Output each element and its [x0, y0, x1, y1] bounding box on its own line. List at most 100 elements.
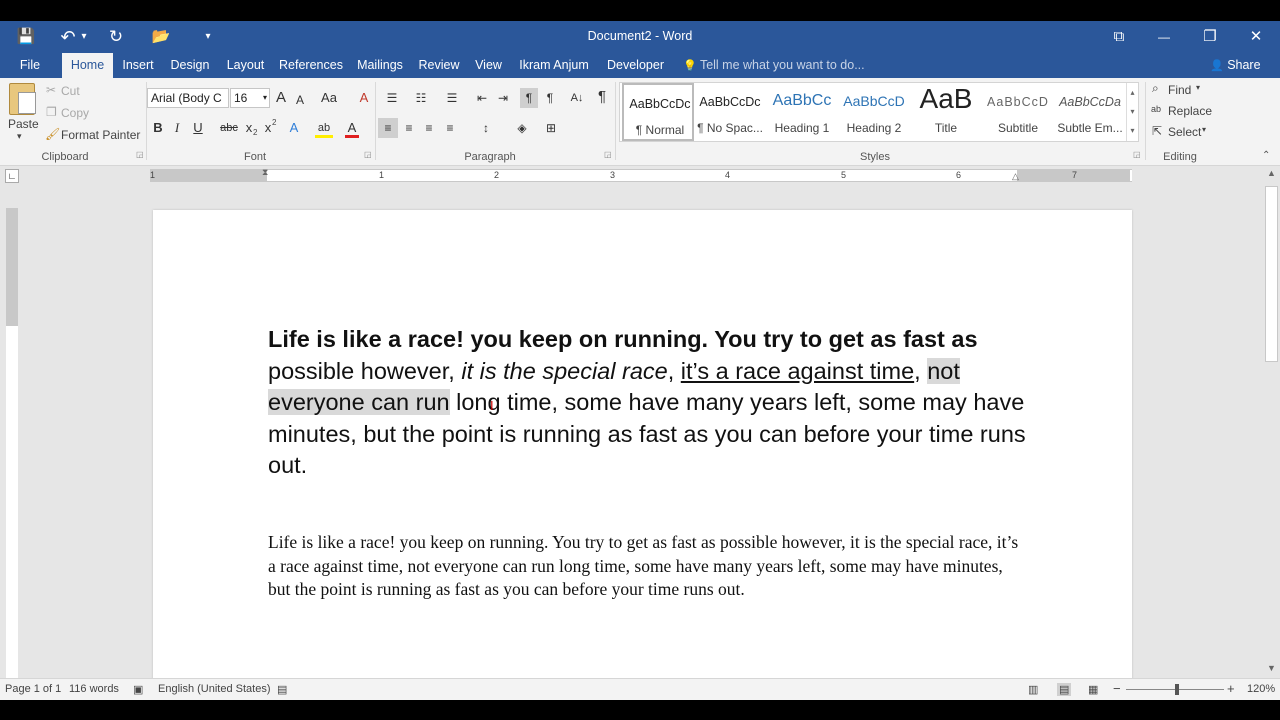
strikethrough-button[interactable]: abc — [219, 118, 239, 138]
underline-button[interactable]: U — [191, 118, 205, 138]
proofing-icon[interactable]: ▣ — [133, 683, 143, 696]
paste-button[interactable]: Paste — [8, 117, 39, 131]
style-no-spacing[interactable]: AaBbCcDc ¶ No Spac... — [694, 83, 766, 141]
formatted-paragraph[interactable]: Life is like a race! you keep on running… — [268, 324, 1028, 482]
tab-file[interactable]: File — [11, 53, 49, 78]
read-mode-icon[interactable]: ▥ — [1028, 683, 1038, 696]
word-count[interactable]: 116 words — [69, 683, 119, 695]
styles-launcher-icon[interactable]: ◲ — [1133, 150, 1141, 159]
right-to-left-icon[interactable]: ¶ — [542, 88, 558, 108]
print-layout-icon[interactable]: ▤ — [1057, 683, 1072, 696]
plain-text: , — [667, 357, 681, 384]
bullets-icon[interactable]: ☰ — [381, 88, 403, 108]
tab-insert[interactable]: Insert — [118, 53, 158, 78]
font-color-button[interactable]: A — [345, 118, 359, 138]
tab-view[interactable]: View — [471, 53, 506, 78]
align-center-icon[interactable]: ≡ — [400, 118, 418, 138]
shading-icon[interactable]: ◈ — [511, 118, 533, 138]
styles-scroll[interactable]: ▴ ▾ ▾ — [1126, 83, 1138, 141]
tab-ikram-anjum[interactable]: Ikram Anjum — [515, 53, 593, 78]
find-button[interactable]: Find — [1168, 83, 1191, 97]
superscript-mark: 2 — [272, 118, 277, 127]
sort-button[interactable]: A↓ — [567, 88, 587, 108]
cut-button[interactable]: Cut — [61, 84, 80, 98]
ribbon-display-icon[interactable]: ⧉ — [1104, 25, 1134, 49]
editing-group-label: Editing — [1163, 151, 1197, 163]
find-dropdown-icon[interactable]: ▾ — [1196, 83, 1200, 92]
vertical-scrollbar[interactable]: ▲ ▼ — [1263, 168, 1280, 678]
restore-icon[interactable]: ❐ — [1195, 25, 1225, 49]
change-case-button[interactable]: Aa — [318, 88, 340, 108]
tab-review[interactable]: Review — [416, 53, 462, 78]
zoom-in-button[interactable]: + — [1227, 681, 1235, 696]
left-indent-marker-icon[interactable]: ⧗ — [262, 167, 268, 178]
italic-button[interactable]: I — [171, 118, 183, 138]
style-normal[interactable]: AaBbCcDc ¶ Normal — [622, 83, 694, 141]
tab-mailings[interactable]: Mailings — [353, 53, 407, 78]
document-page[interactable]: Life is like a race! you keep on running… — [153, 210, 1132, 680]
style-subtle-emphasis[interactable]: AaBbCcDa Subtle Em... — [1054, 83, 1126, 141]
tab-design[interactable]: Design — [167, 53, 213, 78]
style-heading-1[interactable]: AaBbCc Heading 1 — [766, 83, 838, 141]
web-layout-icon[interactable]: ▦ — [1088, 683, 1098, 696]
justify-icon[interactable]: ≡ — [441, 118, 459, 138]
tab-layout[interactable]: Layout — [223, 53, 268, 78]
word-window: 💾 ↶ ▾ ↻ 📂 ▾ Document2 - Word ⧉ — ❐ ✕ Fil… — [0, 0, 1280, 720]
page-count[interactable]: Page 1 of 1 — [5, 683, 61, 695]
style-heading-2[interactable]: AaBbCcD Heading 2 — [838, 83, 910, 141]
scroll-up-icon[interactable]: ▲ — [1267, 168, 1276, 178]
paragraph-launcher-icon[interactable]: ◲ — [604, 150, 612, 159]
tell-me-placeholder: Tell me what you want to do... — [699, 58, 865, 72]
tab-developer[interactable]: Developer — [603, 53, 668, 78]
clipboard-launcher-icon[interactable]: ◲ — [136, 150, 144, 159]
bold-button[interactable]: B — [151, 118, 165, 138]
share-button[interactable]: 👤 Share — [1210, 53, 1261, 78]
tell-me-search[interactable]: 💡 Tell me what you want to do... — [683, 53, 865, 78]
language[interactable]: English (United States) — [158, 683, 271, 695]
align-right-icon[interactable]: ≡ — [420, 118, 438, 138]
font-launcher-icon[interactable]: ◲ — [364, 150, 372, 159]
ruler-number: 7 — [1072, 170, 1078, 180]
grow-font-button[interactable]: A — [273, 88, 289, 108]
shrink-font-button[interactable]: A — [293, 90, 307, 110]
ruler-bar: ∟ 1 1 2 3 4 5 6 7 ⧗ △ — [0, 166, 1280, 186]
close-icon[interactable]: ✕ — [1241, 25, 1271, 49]
font-name-combo[interactable]: Arial (Body C — [147, 88, 229, 108]
style-title[interactable]: AaB Title — [910, 83, 982, 141]
right-indent-marker-icon[interactable]: △ — [1012, 171, 1019, 182]
format-painter-button[interactable]: Format Painter — [61, 128, 140, 142]
copy-button[interactable]: Copy — [61, 106, 89, 120]
decrease-indent-icon[interactable]: ⇤ — [474, 88, 490, 108]
scroll-thumb[interactable] — [1265, 186, 1278, 362]
multilevel-list-icon[interactable]: ☰ — [441, 88, 463, 108]
vertical-ruler[interactable] — [6, 208, 18, 678]
minimize-icon[interactable]: — — [1149, 25, 1179, 49]
zoom-slider-thumb[interactable] — [1175, 684, 1179, 695]
select-button[interactable]: Select — [1168, 125, 1201, 139]
zoom-out-button[interactable]: − — [1113, 681, 1121, 696]
clear-formatting-button[interactable]: A — [357, 88, 371, 108]
line-spacing-icon[interactable]: ↕ — [475, 118, 497, 138]
replace-button[interactable]: Replace — [1168, 104, 1212, 118]
highlight-button[interactable]: ab — [315, 118, 333, 138]
tab-references[interactable]: References — [278, 53, 344, 78]
macro-icon[interactable]: ▤ — [277, 683, 287, 696]
align-left-icon[interactable]: ≡ — [378, 118, 398, 138]
increase-indent-icon[interactable]: ⇥ — [495, 88, 511, 108]
borders-icon[interactable]: ⊞ — [540, 118, 562, 138]
select-dropdown-icon[interactable]: ▾ — [1202, 125, 1206, 134]
horizontal-ruler[interactable]: 1 1 2 3 4 5 6 7 ⧗ △ — [150, 167, 1132, 182]
left-to-right-icon[interactable]: ¶ — [520, 88, 538, 108]
tab-home[interactable]: Home — [62, 53, 113, 78]
paste-dropdown-icon[interactable]: ▾ — [17, 131, 22, 142]
tab-selector-icon[interactable]: ∟ — [5, 169, 19, 183]
font-size-combo[interactable]: 16 ▾ — [230, 88, 270, 108]
zoom-level[interactable]: 120% — [1247, 683, 1275, 695]
collapse-ribbon-icon[interactable]: ⌃ — [1262, 150, 1270, 161]
plain-paragraph[interactable]: Life is like a race! you keep on running… — [268, 531, 1028, 602]
text-effects-button[interactable]: A — [287, 118, 301, 138]
show-formatting-button[interactable]: ¶ — [594, 87, 610, 107]
numbering-icon[interactable]: ☷ — [410, 88, 432, 108]
style-subtitle[interactable]: AaBbCcD Subtitle — [982, 83, 1054, 141]
scroll-down-icon[interactable]: ▼ — [1267, 663, 1276, 673]
